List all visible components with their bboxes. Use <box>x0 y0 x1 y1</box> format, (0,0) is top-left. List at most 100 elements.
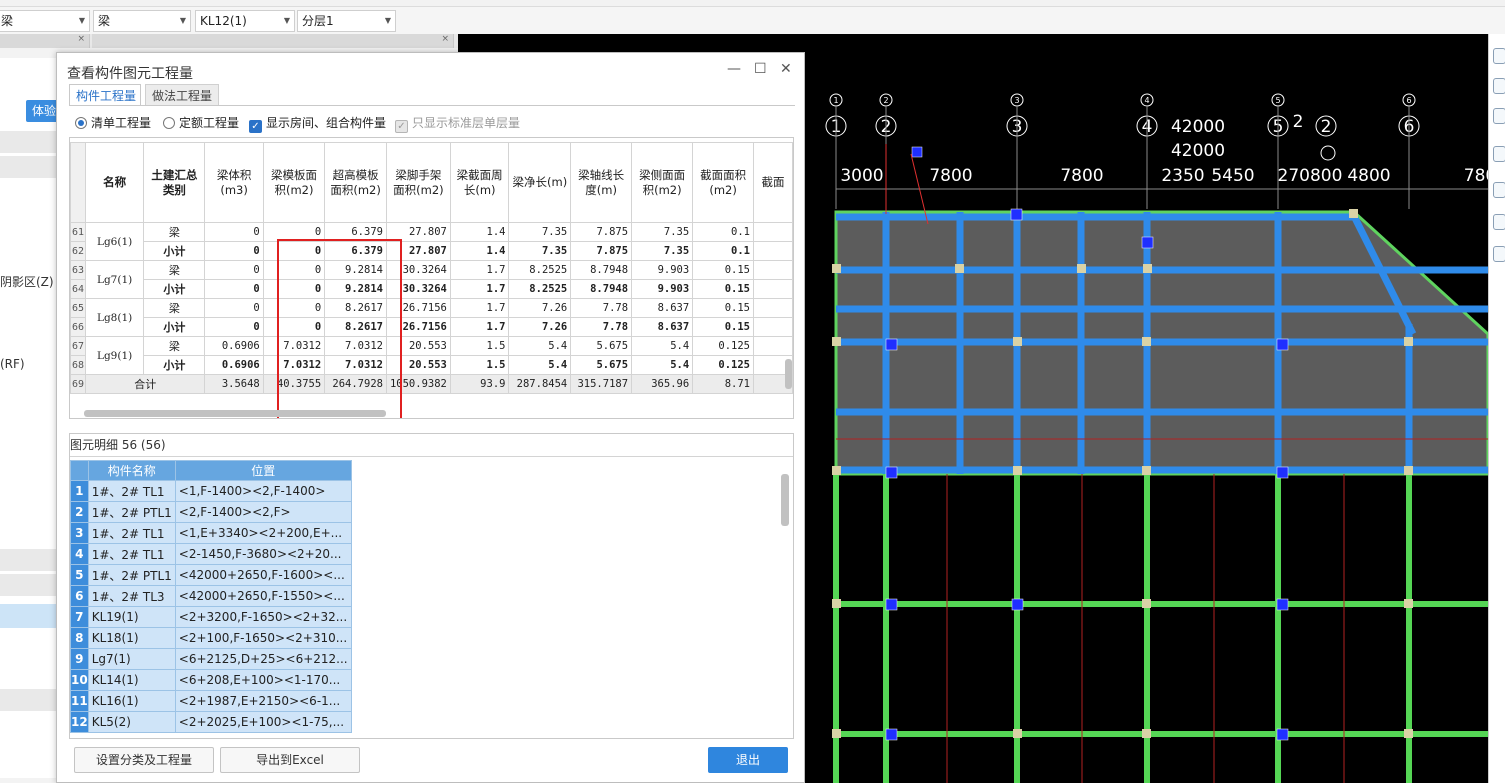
column-header[interactable]: 梁净长(m) <box>508 142 572 223</box>
table-row[interactable]: 61 Lg6(1) 梁 0 0 6.379 27.807 1.4 7.35 7.875 7.35 0.… <box>70 222 793 261</box>
tree-row[interactable] <box>0 156 56 178</box>
tree-row[interactable] <box>0 549 56 571</box>
column-header[interactable]: 梁体积(m3) <box>204 142 264 223</box>
panel-tab[interactable]: × <box>92 34 454 48</box>
detail-row[interactable]: 11 KL16(1) <2+1987,E+2150><6-1... <box>70 690 352 712</box>
radio-bill-quantity[interactable]: 清单工程量 <box>75 114 151 131</box>
select-icon[interactable] <box>1493 182 1505 198</box>
row-number-header <box>70 142 87 223</box>
detail-scrollbar[interactable] <box>781 474 789 526</box>
detail-row[interactable]: 10 KL14(1) <6+208,E+100><1-170... <box>70 669 352 691</box>
column-header[interactable]: 土建汇总类别 <box>143 142 206 223</box>
detail-row[interactable]: 1 1#、2# TL1 <1,F-1400><2,F-1400> <box>70 480 352 502</box>
detail-row[interactable]: 2 1#、2# PTL1 <2,F-1400><2,F> <box>70 501 352 523</box>
detail-position-cell: <6+208,E+100><1-170... <box>174 669 352 691</box>
settings-icon[interactable] <box>1493 246 1505 262</box>
detail-row[interactable]: 9 Lg7(1) <6+2125,D+25><6+212... <box>70 648 352 670</box>
column-header[interactable]: 截面 <box>752 142 793 223</box>
element-type-combo[interactable]: 梁 ▼ <box>0 10 90 32</box>
horizontal-scrollbar[interactable] <box>84 410 386 417</box>
vertical-scrollbar[interactable] <box>785 359 792 389</box>
axis-label: 2 <box>1293 112 1304 132</box>
close-icon[interactable]: × <box>77 34 85 44</box>
column-header[interactable]: 名称 <box>85 142 145 223</box>
table-header-row: 名称 土建汇总类别 梁体积(m3) 梁模板面积(m2) 超高模板面积(m2) 梁… <box>70 142 793 223</box>
tab-component-quantity[interactable]: 构件工程量 <box>69 84 141 106</box>
detail-row[interactable]: 8 KL18(1) <2+100,F-1650><2+310... <box>70 627 352 649</box>
column-header[interactable]: 截面面积(m2) <box>692 142 754 223</box>
panel-tab[interactable]: × <box>0 34 90 48</box>
dimension-label: 4800 <box>1347 166 1390 186</box>
value-cell <box>752 279 793 299</box>
detail-row[interactable]: 7 KL19(1) <2+3200,F-1650><2+32... <box>70 606 352 628</box>
dimension-label: 42000 <box>1171 141 1225 161</box>
export-excel-button[interactable]: 导出到Excel <box>220 747 360 773</box>
column-header[interactable]: 梁轴线长度(m) <box>570 142 633 223</box>
radio-icon <box>75 117 87 129</box>
table-row[interactable]: 63 Lg7(1) 梁 0 0 9.2814 30.3264 1.7 8.2525 8.7948 9… <box>70 260 793 299</box>
value-cell: 1.7 <box>449 317 510 337</box>
row-number: 62 <box>70 241 87 261</box>
column-header[interactable]: 梁模板面积(m2) <box>262 142 326 223</box>
layer-icon[interactable] <box>1493 146 1505 162</box>
detail-row[interactable]: 4 1#、2# TL1 <2-1450,F-3680><2+20... <box>70 543 352 565</box>
value-cell: 7.78 <box>570 317 633 337</box>
exit-button[interactable]: 退出 <box>708 747 788 773</box>
radio-quota-quantity[interactable]: 定额工程量 <box>163 114 239 131</box>
value-cell: 0 <box>204 241 264 261</box>
tree-row[interactable] <box>0 131 56 153</box>
total-row[interactable]: 69 合计 3.5648 40.3755 264.7928 1050.9382 93.9 28… <box>70 374 793 394</box>
column-header[interactable]: 梁截面周长(m) <box>449 142 510 223</box>
value-cell: 7.35 <box>508 241 572 261</box>
close-icon[interactable]: × <box>441 34 449 44</box>
table-row[interactable]: 62 小计 0 0 6.379 27.807 1.4 7.35 7.875 7.35 0.1 <box>70 241 793 261</box>
column-header[interactable]: 梁脚手架面积(m2) <box>385 142 451 223</box>
detail-row[interactable]: 3 1#、2# TL1 <1,E+3340><2+200,E+... <box>70 522 352 544</box>
tree-row-selected[interactable] <box>0 604 56 628</box>
component-name-cell: Lg8(1) <box>85 298 145 337</box>
table-row[interactable]: 64 小计 0 0 9.2814 30.3264 1.7 8.2525 8.7948 9.903 0… <box>70 279 793 299</box>
row-number: 6 <box>70 585 89 607</box>
table-row[interactable]: 68 小计 0.6906 7.0312 7.0312 20.553 1.5 5.4 5.675 5… <box>70 355 793 375</box>
row-number: 8 <box>70 627 89 649</box>
checkbox-show-room-quantity[interactable]: ✓ 显示房间、组合构件量 <box>249 114 386 133</box>
settings-classification-button[interactable]: 设置分类及工程量 <box>74 747 214 773</box>
column-header[interactable]: 位置 <box>174 460 352 481</box>
column-header[interactable]: 构件名称 <box>87 460 176 481</box>
box-icon[interactable] <box>1493 108 1505 124</box>
view-cube-icon[interactable] <box>1493 48 1505 64</box>
detail-row[interactable]: 6 1#、2# TL3 <42000+2650,F-1550><... <box>70 585 352 607</box>
close-icon[interactable]: ✕ <box>780 61 792 77</box>
experience-button[interactable]: 体验 <box>26 100 60 122</box>
row-number: 1 <box>70 480 89 502</box>
value-cell <box>752 317 793 337</box>
detail-row[interactable]: 5 1#、2# PTL1 <42000+2650,F-1600><... <box>70 564 352 586</box>
column-header[interactable]: 超高模板面积(m2) <box>324 142 387 223</box>
3d-view-icon[interactable] <box>1493 78 1505 94</box>
axis-label: 2 <box>1321 117 1332 137</box>
tree-item-roof[interactable]: (RF) <box>0 357 25 371</box>
detail-row[interactable]: 12 KL5(2) <2+2025,E+100><1-75,... <box>70 711 352 733</box>
tree-item-shadow-zone[interactable]: 阴影区(Z) <box>0 273 54 290</box>
minimize-icon[interactable]: — <box>727 61 741 77</box>
value-cell: 7.78 <box>570 298 633 318</box>
element-category-combo[interactable]: 梁 ▼ <box>93 10 191 32</box>
value-cell: 9.903 <box>631 260 694 280</box>
table-row[interactable]: 67 Lg9(1) 梁 0.6906 7.0312 7.0312 20.553 1.5 5.4 5… <box>70 336 793 375</box>
layer-combo[interactable]: 分层1 ▼ <box>297 10 396 32</box>
chevron-down-icon: ▼ <box>384 16 391 25</box>
element-name-combo[interactable]: KL12(1) ▼ <box>195 10 295 32</box>
table-row[interactable]: 65 Lg8(1) 梁 0 0 8.2617 26.7156 1.7 7.26 7.78 8.637… <box>70 298 793 337</box>
tree-row[interactable] <box>0 574 56 596</box>
tree-row[interactable] <box>0 689 56 711</box>
value-cell: 8.2525 <box>508 279 572 299</box>
combo-value: 梁 <box>1 14 14 28</box>
detail-name-cell: 1#、2# TL3 <box>87 585 176 607</box>
row-number: 67 <box>70 336 87 356</box>
table-row[interactable]: 66 小计 0 0 8.2617 26.7156 1.7 7.26 7.78 8.637 0.15 <box>70 317 793 337</box>
measure-icon[interactable] <box>1493 214 1505 230</box>
maximize-icon[interactable]: ☐ <box>754 61 767 77</box>
tab-method-quantity[interactable]: 做法工程量 <box>145 84 219 106</box>
column-header[interactable]: 梁侧面面积(m2) <box>631 142 694 223</box>
category-cell: 小计 <box>143 241 206 261</box>
